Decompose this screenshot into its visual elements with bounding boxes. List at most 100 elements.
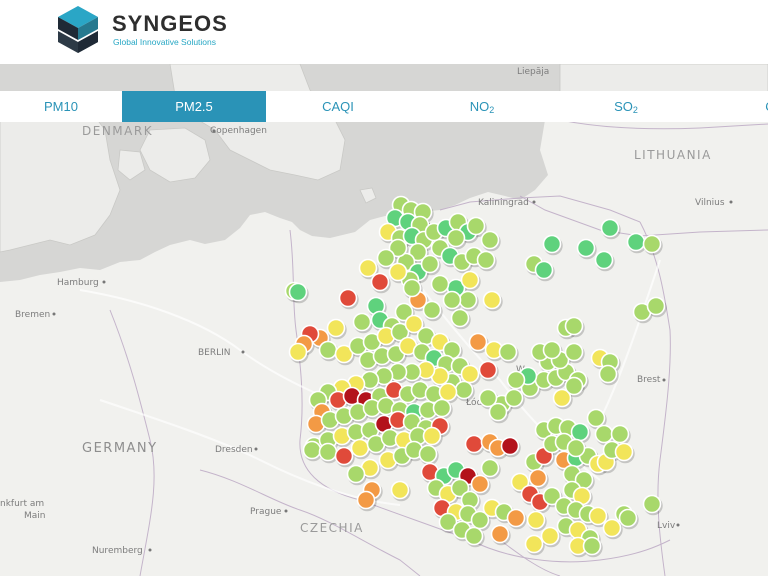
tab-no2[interactable]: NO2 — [410, 91, 554, 122]
sensor-marker[interactable] — [568, 440, 585, 457]
sensor-marker[interactable] — [424, 302, 441, 319]
sensor-marker[interactable] — [506, 390, 523, 407]
sensor-marker[interactable] — [544, 342, 561, 359]
tab-so2[interactable]: SO2 — [554, 91, 698, 122]
brand-tagline: Global Innovative Solutions — [113, 37, 216, 47]
sensor-marker[interactable] — [528, 512, 545, 529]
tab-co[interactable]: C — [698, 91, 768, 122]
sensor-marker[interactable] — [466, 528, 483, 545]
sensor-marker[interactable] — [462, 272, 479, 289]
place-label-hamburg: Hamburg — [57, 278, 99, 288]
sensor-marker[interactable] — [492, 526, 509, 543]
sensor-marker[interactable] — [566, 344, 583, 361]
sensor-marker[interactable] — [452, 310, 469, 327]
place-label-dresden: Dresden — [215, 445, 253, 455]
place-label-frankfurt: nkfurt am — [0, 499, 44, 509]
sensor-marker[interactable] — [290, 284, 307, 301]
sensor-marker[interactable] — [392, 482, 409, 499]
sensor-marker[interactable] — [572, 424, 589, 441]
sensor-marker[interactable] — [500, 344, 517, 361]
sensor-marker[interactable] — [352, 440, 369, 457]
sensor-marker[interactable] — [542, 528, 559, 545]
sensor-marker[interactable] — [448, 230, 465, 247]
sensor-marker[interactable] — [544, 236, 561, 253]
sensor-marker[interactable] — [422, 256, 439, 273]
sensor-marker[interactable] — [328, 320, 345, 337]
sensor-marker[interactable] — [348, 466, 365, 483]
sensor-marker[interactable] — [466, 436, 483, 453]
sensor-marker[interactable] — [566, 378, 583, 395]
pollutant-tab-bar: PM10 PM2.5 CAQI NO2 SO2 C — [0, 91, 768, 122]
sensor-marker[interactable] — [372, 274, 389, 291]
sensor-marker[interactable] — [480, 362, 497, 379]
sensor-marker[interactable] — [360, 260, 377, 277]
sensor-marker[interactable] — [444, 292, 461, 309]
sensor-marker[interactable] — [440, 384, 457, 401]
place-label-bremen: Bremen — [15, 310, 50, 320]
sensor-marker[interactable] — [404, 280, 421, 297]
sensor-marker[interactable] — [468, 218, 485, 235]
sensor-marker[interactable] — [648, 298, 665, 315]
sensor-marker[interactable] — [604, 520, 621, 537]
sensor-marker[interactable] — [358, 492, 375, 509]
sensor-marker[interactable] — [566, 318, 583, 335]
sensor-marker[interactable] — [472, 476, 489, 493]
sensor-marker[interactable] — [290, 344, 307, 361]
sensor-marker[interactable] — [508, 510, 525, 527]
sensor-marker[interactable] — [340, 290, 357, 307]
place-label-brest: Brest — [637, 375, 661, 385]
sensor-marker[interactable] — [588, 410, 605, 427]
sensor-marker[interactable] — [320, 342, 337, 359]
tab-pm25[interactable]: PM2.5 — [122, 91, 266, 122]
sensor-marker[interactable] — [612, 426, 629, 443]
sensor-marker[interactable] — [590, 508, 607, 525]
sensor-marker[interactable] — [616, 444, 633, 461]
sensor-marker[interactable] — [336, 448, 353, 465]
sensor-marker[interactable] — [478, 252, 495, 269]
sensor-marker[interactable] — [536, 262, 553, 279]
sensor-markers[interactable] — [286, 197, 667, 558]
tab-no2-label: NO — [470, 99, 490, 114]
sensor-marker[interactable] — [484, 292, 501, 309]
tab-caqi[interactable]: CAQI — [266, 91, 410, 122]
sensor-marker[interactable] — [596, 426, 613, 443]
map[interactable]: DENMARK LITHUANIA GERMANY CZECHIA Liepāj… — [0, 64, 768, 576]
sensor-marker[interactable] — [424, 428, 441, 445]
map-canvas[interactable]: DENMARK LITHUANIA GERMANY CZECHIA Liepāj… — [0, 64, 768, 576]
sensor-marker[interactable] — [470, 334, 487, 351]
place-label-lviv: Lviv — [657, 521, 676, 531]
sensor-marker[interactable] — [644, 236, 661, 253]
sensor-marker[interactable] — [390, 264, 407, 281]
sensor-marker[interactable] — [482, 460, 499, 477]
sensor-marker[interactable] — [578, 240, 595, 257]
syngeos-logo-icon[interactable] — [54, 4, 102, 56]
sensor-marker[interactable] — [434, 400, 451, 417]
tab-pm25-label: PM2.5 — [175, 99, 213, 114]
place-label-vilnius: Vilnius — [695, 198, 725, 208]
tab-pm10[interactable]: PM10 — [0, 91, 122, 122]
sensor-marker[interactable] — [526, 536, 543, 553]
sensor-marker[interactable] — [628, 234, 645, 251]
sensor-marker[interactable] — [432, 276, 449, 293]
sensor-marker[interactable] — [600, 366, 617, 383]
sensor-marker[interactable] — [378, 250, 395, 267]
sensor-marker[interactable] — [462, 366, 479, 383]
sensor-marker[interactable] — [456, 382, 473, 399]
sensor-marker[interactable] — [530, 470, 547, 487]
sensor-marker[interactable] — [304, 442, 321, 459]
country-label-lithuania: LITHUANIA — [634, 148, 712, 162]
sensor-marker[interactable] — [482, 232, 499, 249]
sensor-marker[interactable] — [644, 496, 661, 513]
sensor-marker[interactable] — [602, 220, 619, 237]
sensor-marker[interactable] — [354, 314, 371, 331]
sensor-marker[interactable] — [508, 372, 525, 389]
sensor-marker[interactable] — [502, 438, 519, 455]
tab-pm10-label: PM10 — [44, 99, 78, 114]
sensor-marker[interactable] — [490, 404, 507, 421]
sensor-marker[interactable] — [320, 444, 337, 461]
sensor-marker[interactable] — [620, 510, 637, 527]
sensor-marker[interactable] — [420, 446, 437, 463]
sensor-marker[interactable] — [584, 538, 601, 555]
sensor-marker[interactable] — [460, 292, 477, 309]
sensor-marker[interactable] — [596, 252, 613, 269]
